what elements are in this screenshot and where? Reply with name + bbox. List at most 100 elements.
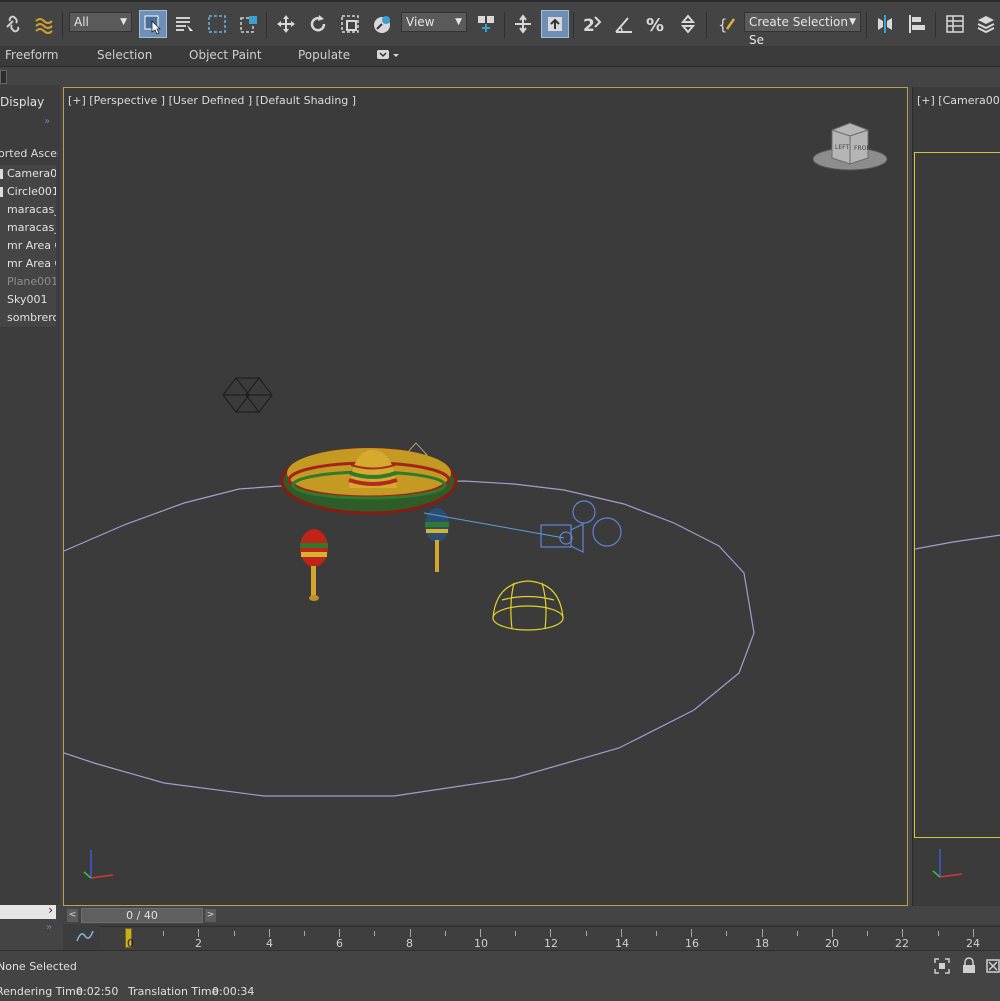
rendering-time-value: 0:02:50 bbox=[76, 985, 119, 998]
sombrero-model bbox=[280, 447, 458, 515]
ruler-tick bbox=[444, 931, 446, 936]
keyboard-shortcut-override-icon[interactable] bbox=[541, 10, 569, 38]
explorer-expand-bar[interactable]: › bbox=[0, 903, 56, 919]
tab-object-paint[interactable]: Object Paint bbox=[189, 48, 262, 62]
chevron-right-icon: › bbox=[48, 903, 53, 917]
ribbon-collapse-handle[interactable] bbox=[0, 70, 7, 84]
explorer-row[interactable]: mr Area O bbox=[0, 255, 56, 274]
bind-spacewarp-icon[interactable] bbox=[30, 10, 58, 38]
selection-status: None Selected bbox=[0, 960, 77, 973]
ruler-tick bbox=[233, 931, 235, 936]
ruler-tick bbox=[515, 931, 517, 936]
expand-chevron-icon[interactable]: » bbox=[44, 116, 50, 127]
translation-time-label: Translation Time bbox=[128, 985, 219, 998]
snaps-toggle-icon[interactable]: 2 bbox=[578, 10, 606, 38]
scene-explorer-toggle-icon[interactable] bbox=[941, 10, 969, 38]
reference-coordinate-dropdown[interactable]: View ▼ bbox=[401, 12, 467, 32]
frame-tick-label: 4 bbox=[266, 937, 273, 950]
edit-named-selection-icon[interactable]: { bbox=[713, 10, 741, 38]
ruler-tick bbox=[304, 931, 305, 936]
frame-tick-label: 20 bbox=[825, 937, 839, 950]
explorer-row-label: mr Area O bbox=[7, 257, 56, 270]
explorer-row[interactable]: Plane001 bbox=[0, 273, 56, 292]
ruler-tick bbox=[620, 929, 622, 937]
select-manipulate-icon[interactable] bbox=[509, 10, 537, 38]
ruler-tick bbox=[867, 931, 869, 936]
maraca-model bbox=[425, 508, 449, 572]
explorer-row-label: Circle001 bbox=[7, 185, 56, 198]
explorer-sort-header[interactable]: orted Ascend bbox=[0, 147, 58, 160]
explorer-row[interactable]: maracas_ bbox=[0, 219, 56, 238]
explorer-row[interactable]: sombrero_ bbox=[0, 309, 56, 328]
main-toolbar: All ▼ View ▼ 2 % {Create Selection Se ▼ bbox=[0, 0, 1000, 47]
rectangular-selection-icon[interactable] bbox=[203, 10, 231, 38]
ruler-tick bbox=[339, 929, 341, 937]
spinner-snap-icon[interactable] bbox=[674, 10, 702, 38]
rotate-icon[interactable] bbox=[304, 10, 332, 38]
pivot-center-icon[interactable] bbox=[472, 10, 500, 38]
explorer-row-label: maracas_ bbox=[7, 203, 56, 216]
ruler-tick bbox=[937, 931, 939, 936]
ruler-tick bbox=[832, 929, 833, 937]
previous-frame-button[interactable]: < bbox=[67, 909, 78, 922]
link-icon[interactable] bbox=[0, 10, 28, 38]
lock-icon[interactable] bbox=[960, 957, 978, 975]
ruler-tick bbox=[902, 929, 904, 937]
explorer-row-label: mr Area O bbox=[7, 239, 56, 252]
translation-time-value: 0:00:34 bbox=[212, 985, 255, 998]
ribbon-panel-strip bbox=[0, 67, 1000, 85]
explorer-row[interactable]: Camera00 bbox=[0, 165, 56, 184]
curve-editor-icon[interactable] bbox=[76, 929, 94, 946]
explorer-row-label: Camera00 bbox=[7, 167, 56, 180]
explorer-row[interactable]: mr Area O bbox=[0, 237, 56, 256]
frame-tick-label: 10 bbox=[474, 937, 488, 950]
isolate-selection-icon[interactable] bbox=[933, 957, 951, 975]
align-icon[interactable] bbox=[903, 10, 931, 38]
selection-filter-dropdown[interactable]: All ▼ bbox=[69, 12, 132, 32]
time-slider-thumb[interactable]: 0 / 40 bbox=[81, 908, 203, 923]
ruler-tick bbox=[726, 931, 728, 936]
time-slider bbox=[63, 906, 1000, 924]
frame-tick-label: 12 bbox=[544, 937, 558, 950]
ribbon-options-icon[interactable] bbox=[376, 49, 400, 64]
layer-explorer-icon[interactable] bbox=[972, 10, 1000, 38]
explorer-row[interactable]: Circle001 bbox=[0, 183, 56, 202]
select-by-name-icon[interactable] bbox=[170, 10, 198, 38]
absolute-mode-icon[interactable] bbox=[986, 957, 1000, 975]
move-icon[interactable] bbox=[272, 10, 300, 38]
explorer-row-label: sombrero_ bbox=[7, 311, 56, 324]
ruler-tick bbox=[409, 929, 411, 937]
perspective-viewport[interactable]: [+] [Perspective ] [User Defined ] [Defa… bbox=[63, 87, 908, 906]
ruler-tick bbox=[585, 931, 587, 936]
explorer-row[interactable]: Sky001 bbox=[0, 291, 56, 310]
selection-filter-value: All bbox=[74, 15, 89, 29]
explorer-row[interactable]: maracas_ bbox=[0, 201, 56, 220]
explorer-display-menu[interactable]: Display bbox=[0, 95, 44, 109]
place-icon[interactable] bbox=[368, 10, 396, 38]
angle-snap-icon[interactable] bbox=[610, 10, 638, 38]
frame-tick-label: 6 bbox=[336, 937, 343, 950]
ruler-tick bbox=[972, 929, 974, 937]
tab-freeform[interactable]: Freeform bbox=[5, 48, 58, 62]
ruler-tick bbox=[480, 929, 481, 937]
sky-dome-wireframe bbox=[492, 580, 564, 631]
named-selection-dropdown[interactable]: Create Selection Se ▼ bbox=[744, 12, 861, 47]
percent-snap-icon[interactable]: % bbox=[642, 10, 670, 38]
svg-text:%: % bbox=[646, 15, 664, 35]
area-light-wireframe bbox=[222, 377, 273, 413]
tab-populate[interactable]: Populate bbox=[298, 48, 350, 62]
rendering-time-label: Rendering Time bbox=[0, 985, 83, 998]
explorer-row-label: maracas_ bbox=[7, 221, 56, 234]
safe-frame bbox=[914, 152, 1000, 838]
expand-chevron-icon[interactable]: » bbox=[46, 922, 52, 933]
mirror-icon[interactable] bbox=[871, 10, 899, 38]
next-frame-button[interactable]: > bbox=[205, 909, 216, 922]
ruler-tick bbox=[163, 931, 165, 936]
tab-selection[interactable]: Selection bbox=[97, 48, 152, 62]
scale-icon[interactable] bbox=[336, 10, 364, 38]
ruler-tick bbox=[374, 931, 376, 936]
viewcube-left-label: LEFT bbox=[835, 144, 849, 151]
svg-text:{: { bbox=[718, 16, 728, 34]
window-crossing-icon[interactable] bbox=[235, 10, 263, 38]
select-object-button[interactable] bbox=[139, 10, 167, 38]
